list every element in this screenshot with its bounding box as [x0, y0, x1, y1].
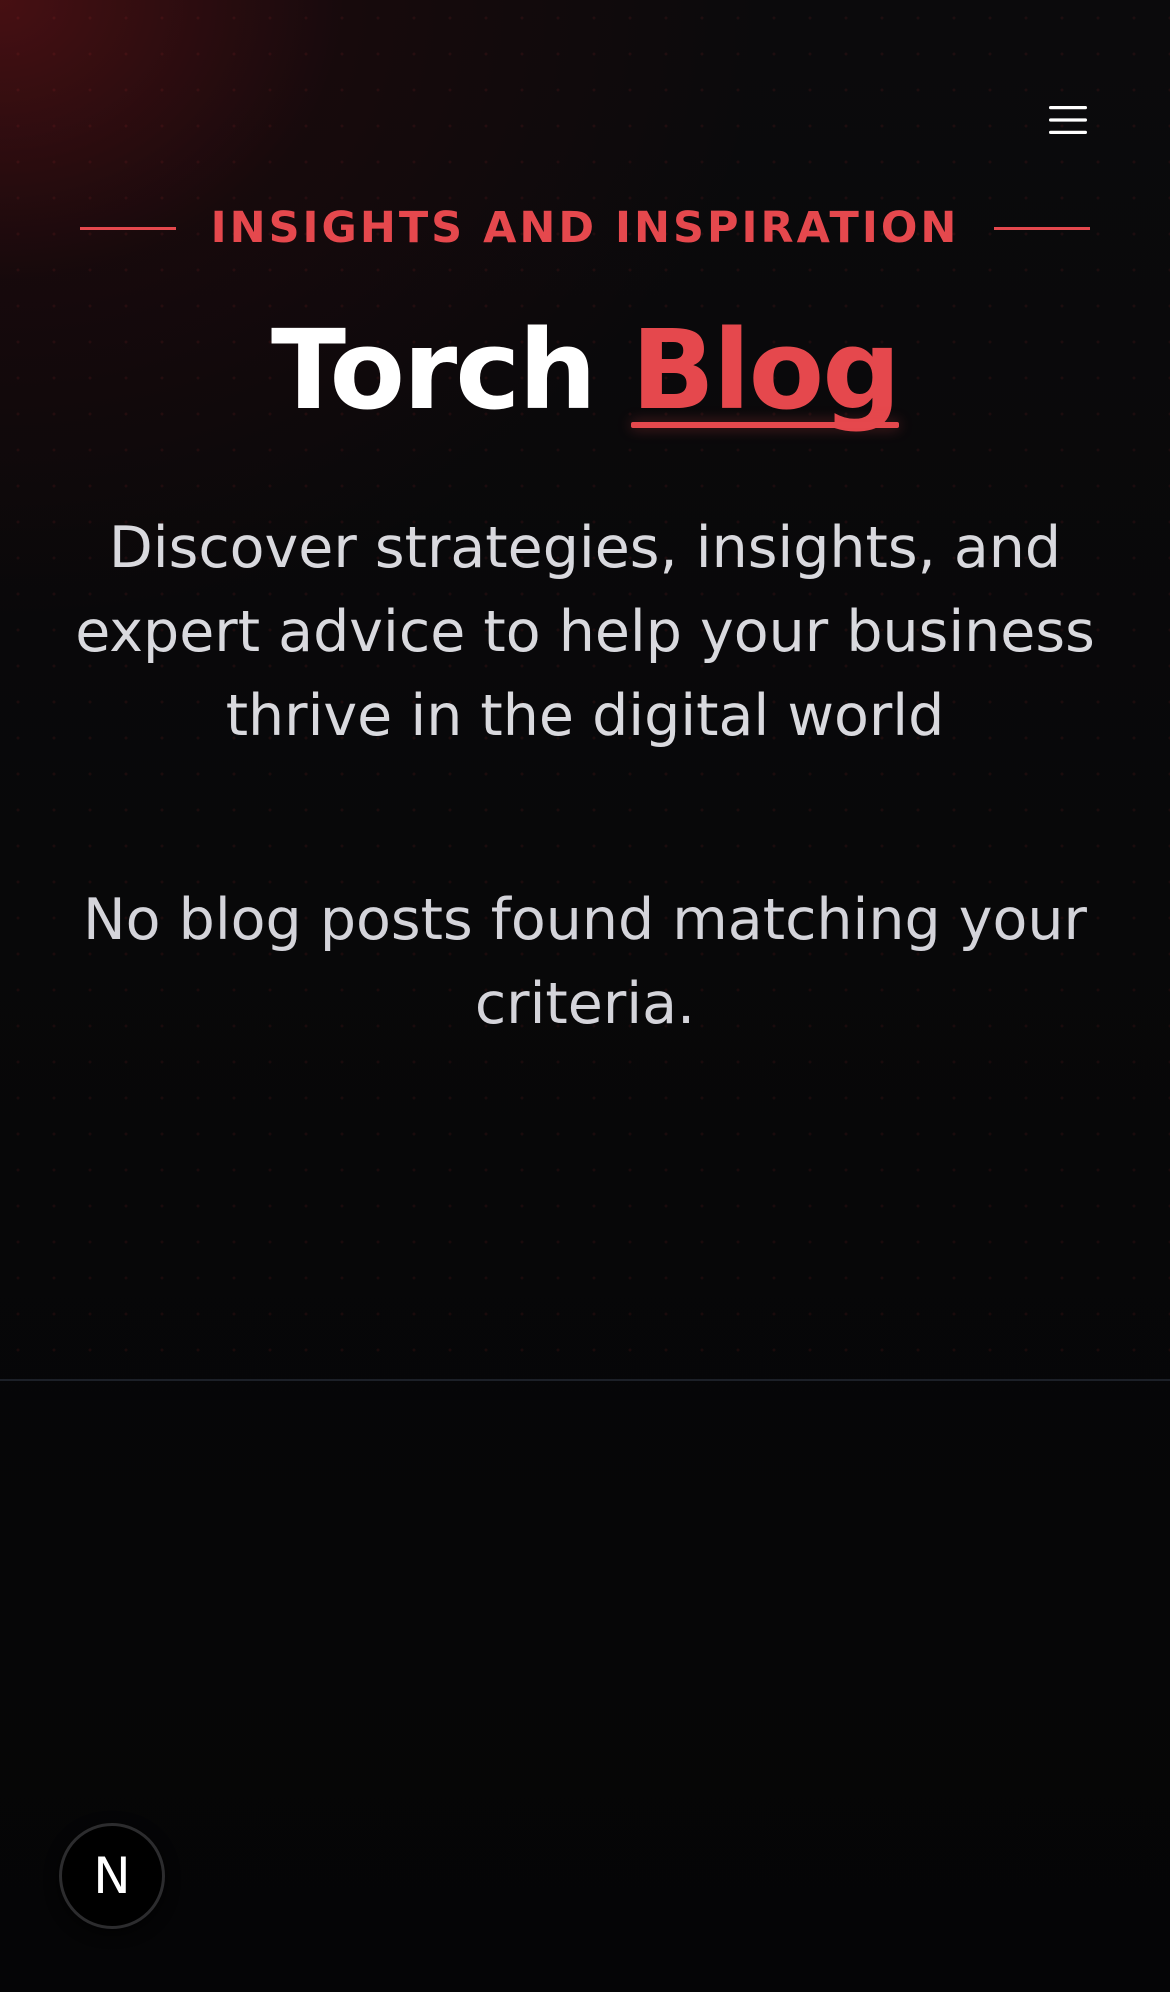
blog-empty-message: No blog posts found matching your criter… [83, 887, 1087, 1037]
title-accent-underline [631, 422, 899, 428]
nextjs-dev-badge-button[interactable]: N [59, 1823, 165, 1929]
page-title-main: Torch [271, 306, 597, 434]
eyebrow-line-right [994, 227, 1090, 230]
section-divider [0, 1379, 1170, 1381]
menu-button[interactable] [1036, 96, 1100, 144]
blog-page: INSIGHTS AND INSPIRATION Torch Blog Disc… [0, 0, 1170, 1992]
hamburger-menu-icon [1049, 106, 1087, 134]
nextjs-logo-icon: N [93, 1847, 131, 1905]
hero-eyebrow: INSIGHTS AND INSPIRATION [0, 198, 1170, 258]
page-title-accent: Blog [631, 300, 901, 440]
page-title: Torch Blog [0, 300, 1170, 440]
hero-subtitle: Discover strategies, insights, and exper… [75, 515, 1095, 749]
page-title-accent-text: Blog [631, 306, 901, 434]
